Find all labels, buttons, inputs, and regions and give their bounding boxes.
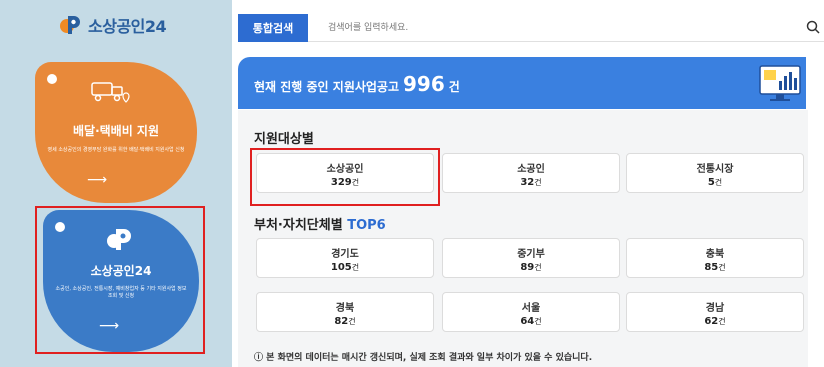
logo-icon — [60, 16, 80, 34]
section-title-ministry: 부처·자치단체별 TOP6 — [254, 218, 386, 233]
tile-name: 중기부 — [517, 249, 545, 260]
tile-name: 경남 — [705, 303, 725, 314]
search-icon[interactable] — [806, 20, 820, 34]
footnote-text: 본 화면의 데이터는 매시간 갱신되며, 실제 조회 결과와 일부 차이가 있을… — [266, 353, 593, 363]
tile-target-2[interactable]: 전통시장 5건 — [626, 153, 804, 193]
highlight-box — [35, 206, 205, 354]
highlight-box — [250, 148, 440, 206]
tile-count: 64건 — [520, 316, 542, 327]
main-content: 통합검색 현재 진행 중인 지원사업공고 996 건 — [238, 0, 824, 367]
search-input[interactable] — [328, 20, 788, 36]
banner-unit: 건 — [448, 80, 460, 94]
tile-count: 32건 — [520, 177, 542, 188]
tile-target-1[interactable]: 소공인 32건 — [442, 153, 620, 193]
tile-ministry-2[interactable]: 충북 85건 — [626, 238, 804, 278]
logo-text: 소상공인24 — [88, 17, 167, 36]
delivery-truck-icon — [91, 82, 130, 103]
search-bar: 통합검색 — [238, 14, 824, 42]
card-title: 배달·택배비 지원 — [72, 124, 160, 138]
footnote: ⓘ 본 화면의 데이터는 매시간 갱신되며, 실제 조회 결과와 일부 차이가 … — [254, 350, 592, 363]
tile-name: 경북 — [335, 303, 355, 314]
tile-count: 82건 — [334, 316, 356, 327]
tile-name: 충북 — [705, 249, 725, 260]
card-desc: 영세 소상공인의 경영부담 완화를 위한 배달·택배비 지원사업 신청 — [47, 147, 185, 153]
page-root: 소상공인24 배달·택배비 지원 영세 소상공인의 경영부담 완화를 위한 배달… — [0, 0, 824, 367]
banner-text: 현재 진행 중인 지원사업공고 996 건 — [254, 72, 460, 96]
tile-name: 서울 — [521, 303, 541, 314]
logo[interactable]: 소상공인24 — [58, 12, 167, 38]
tile-ministry-1[interactable]: 중기부 89건 — [442, 238, 620, 278]
tile-ministry-5[interactable]: 경남 62건 — [626, 292, 804, 332]
banner-label: 현재 진행 중인 지원사업공고 — [254, 80, 400, 94]
tile-count: 5건 — [707, 177, 723, 188]
tile-name: 경기도 — [331, 249, 359, 260]
tile-ministry-4[interactable]: 서울 64건 — [442, 292, 620, 332]
tile-count: 105건 — [330, 262, 360, 273]
search-tab[interactable]: 통합검색 — [238, 14, 308, 42]
tile-count: 89건 — [520, 262, 542, 273]
info-icon: ⓘ — [254, 353, 264, 363]
section-title-target: 지원대상별 — [254, 132, 314, 147]
card-dot — [47, 74, 57, 84]
tile-name: 소공인 — [517, 164, 545, 175]
tile-ministry-0[interactable]: 경기도 105건 — [256, 238, 434, 278]
tile-count: 85건 — [704, 262, 726, 273]
tile-name: 전통시장 — [696, 164, 734, 175]
arrow-right-icon: ⟶ — [87, 172, 108, 188]
monitor-chart-icon — [759, 65, 801, 101]
banner-count: 996 — [403, 72, 445, 96]
delivery-support-card[interactable]: 배달·택배비 지원 영세 소상공인의 경영부담 완화를 위한 배달·택배비 지원… — [35, 62, 197, 203]
announcement-banner[interactable]: 현재 진행 중인 지원사업공고 996 건 — [238, 57, 806, 109]
sidebar: 소상공인24 배달·택배비 지원 영세 소상공인의 경영부담 완화를 위한 배달… — [0, 0, 232, 367]
tile-ministry-3[interactable]: 경북 82건 — [256, 292, 434, 332]
tile-count: 62건 — [704, 316, 726, 327]
